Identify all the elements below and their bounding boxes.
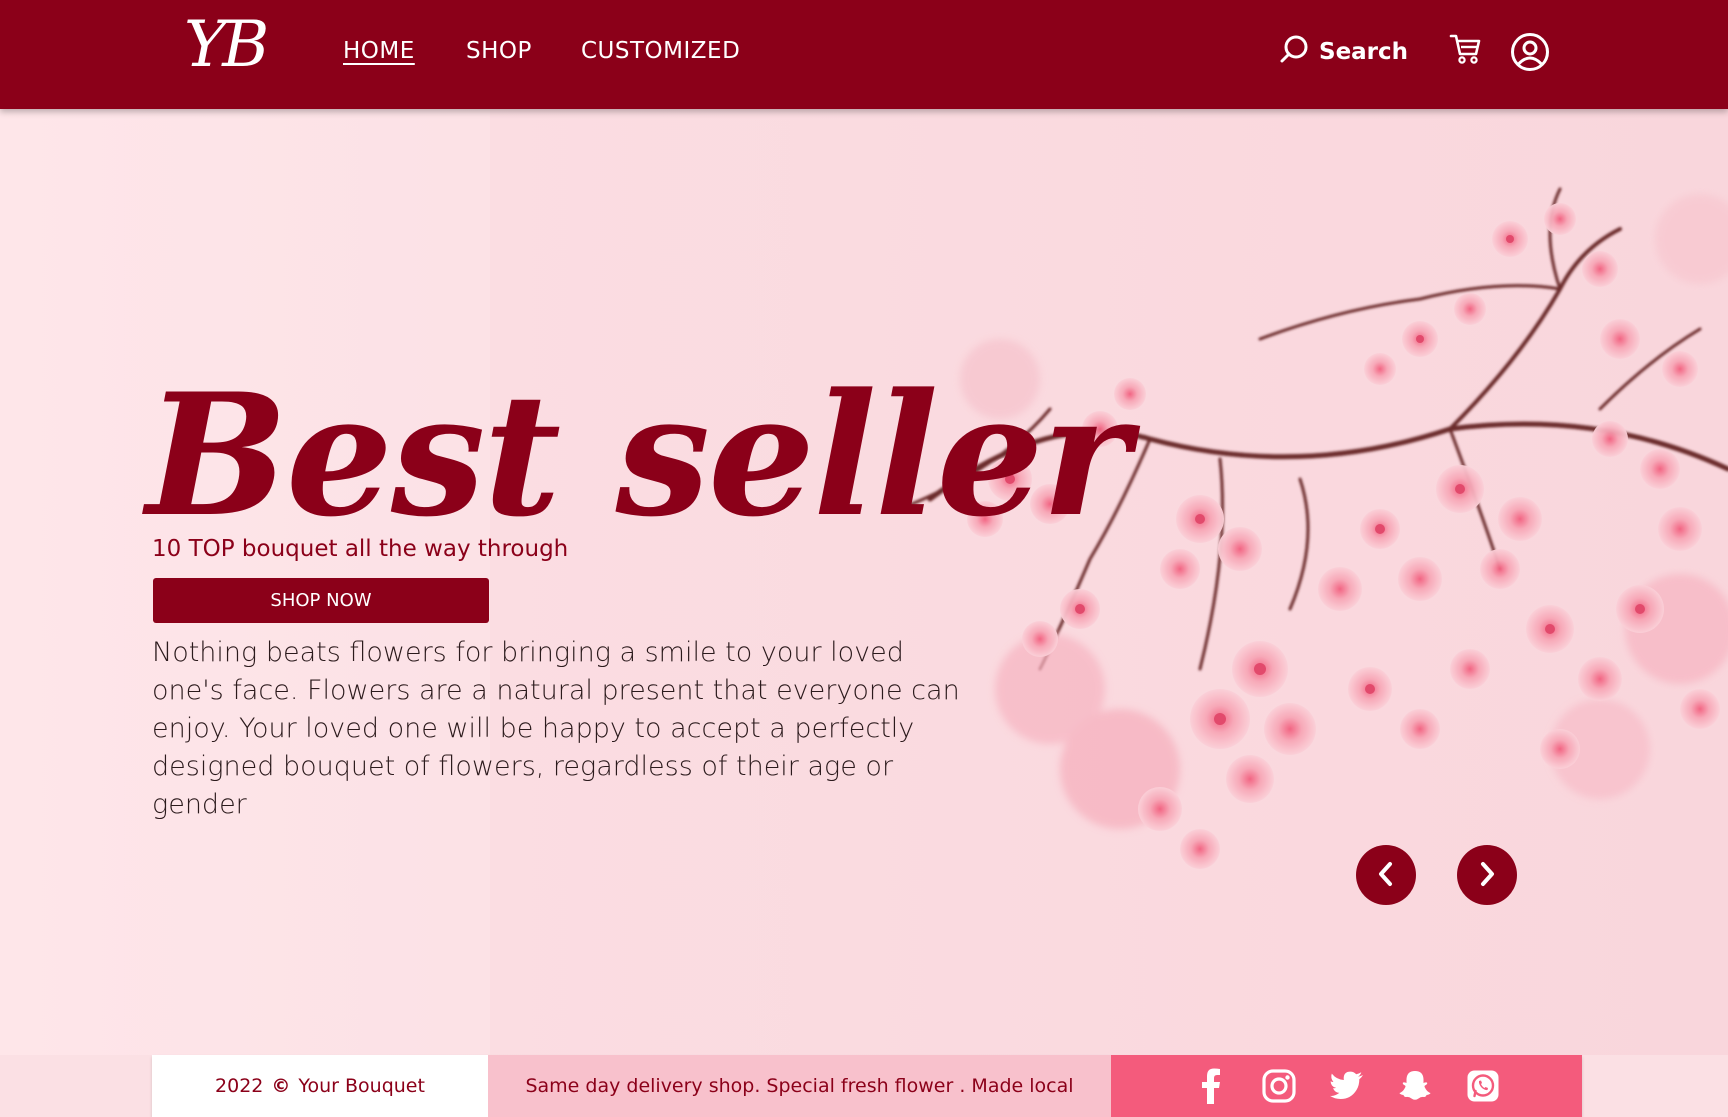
user-account-icon[interactable] [1510, 32, 1550, 76]
snapchat-icon[interactable] [1397, 1068, 1433, 1104]
shop-now-button[interactable]: SHOP NOW [153, 578, 489, 623]
footer-bar: 2022 © Your Bouquet Same day delivery sh… [152, 1055, 1582, 1117]
chevron-left-icon [1375, 861, 1397, 890]
nav-link-shop[interactable]: SHOP [466, 38, 532, 64]
company-name: Your Bouquet [298, 1075, 425, 1097]
cart-icon[interactable] [1449, 32, 1483, 70]
copyright-icon: © [271, 1075, 291, 1097]
whatsapp-icon[interactable] [1465, 1068, 1501, 1104]
nav-link-home[interactable]: HOME [343, 38, 415, 64]
hero-subtitle: 10 TOP bouquet all the way through [152, 536, 569, 562]
search-icon [1279, 34, 1309, 70]
hero-description: Nothing beats flowers for bringing a smi… [152, 637, 960, 820]
top-navbar: YB HOME SHOP CUSTOMIZED Search [0, 0, 1728, 109]
footer-copyright: 2022 © Your Bouquet [152, 1055, 488, 1117]
nav-link-customized[interactable]: CUSTOMIZED [581, 38, 740, 64]
footer-tagline: Same day delivery shop. Special fresh fl… [488, 1055, 1111, 1117]
carousel-next-button[interactable] [1457, 845, 1517, 905]
copyright-year: 2022 [215, 1075, 264, 1097]
chevron-right-icon [1476, 861, 1498, 890]
facebook-icon[interactable] [1193, 1068, 1229, 1104]
search-button[interactable]: Search [1279, 34, 1408, 70]
footer-social-links [1111, 1055, 1582, 1117]
hero-title: Best seller [146, 356, 1130, 554]
search-label: Search [1319, 39, 1409, 65]
instagram-icon[interactable] [1261, 1068, 1297, 1104]
carousel-prev-button[interactable] [1356, 845, 1416, 905]
brand-logo[interactable]: YB [184, 8, 269, 82]
twitter-icon[interactable] [1329, 1068, 1365, 1104]
hero-banner: Best seller 10 TOP bouquet all the way t… [0, 109, 1728, 1055]
